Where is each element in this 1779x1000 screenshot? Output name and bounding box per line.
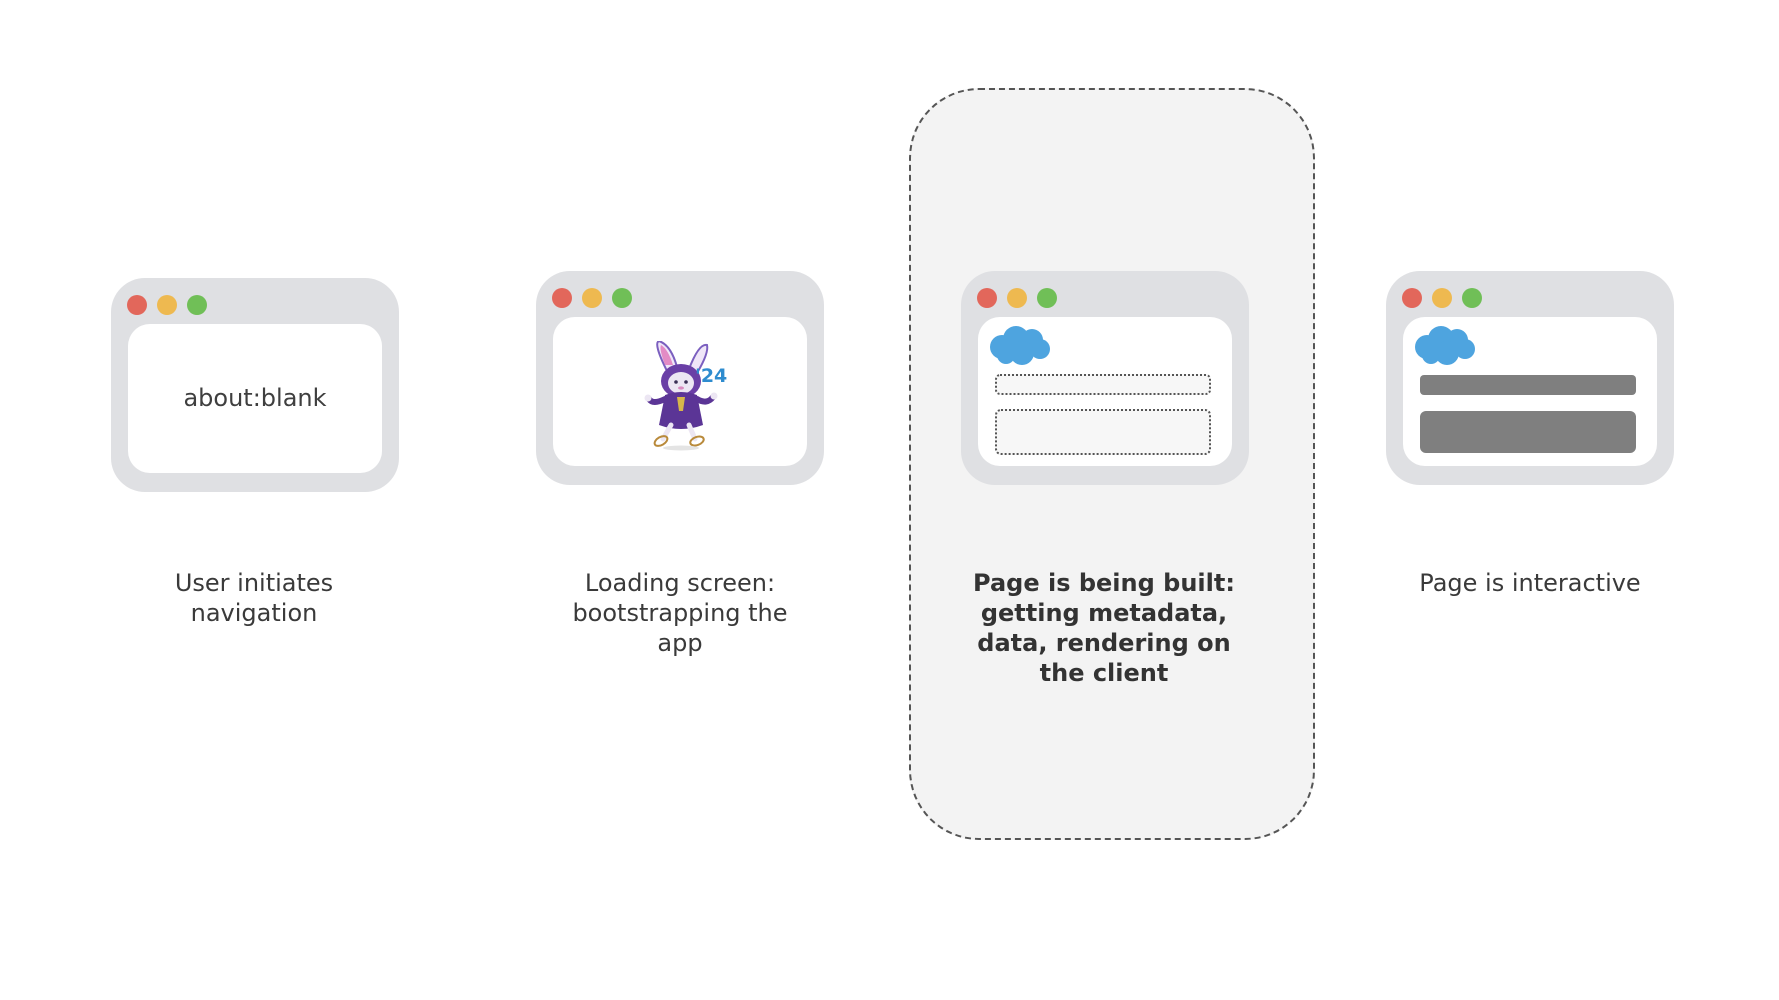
caption-page-interactive: Page is interactive: [1370, 568, 1690, 598]
caption-loading-screen: Loading screen: bootstrapping the app: [520, 568, 840, 658]
salesforce-cloud-icon: [990, 326, 1050, 365]
caption-line: the client: [1039, 659, 1169, 687]
browser-window-building: [961, 271, 1249, 485]
rendered-title-bar: [1420, 375, 1636, 395]
close-dot-icon: [127, 295, 147, 315]
maximize-dot-icon: [1462, 288, 1482, 308]
caption-line: bootstrapping the: [572, 599, 788, 627]
salesforce-cloud-icon: [1415, 326, 1475, 365]
caption-line: navigation: [190, 599, 318, 627]
skeleton-title-placeholder: [995, 374, 1211, 395]
browser-window-interactive: [1386, 271, 1674, 485]
minimize-dot-icon: [1432, 288, 1452, 308]
minimize-dot-icon: [582, 288, 602, 308]
caption-line: Page is interactive: [1419, 569, 1641, 597]
window-content: [978, 317, 1232, 466]
maximize-dot-icon: [187, 295, 207, 315]
window-content: about:blank: [128, 324, 382, 473]
caption-page-being-built: Page is being built: getting metadata, d…: [944, 568, 1264, 688]
minimize-dot-icon: [1007, 288, 1027, 308]
mascot-icon: [644, 341, 718, 451]
skeleton-content-placeholder: [995, 409, 1211, 455]
close-dot-icon: [552, 288, 572, 308]
rendered-content-block: [1420, 411, 1636, 453]
caption-line: data, rendering on: [977, 629, 1231, 657]
maximize-dot-icon: [1037, 288, 1057, 308]
caption-line: User initiates: [174, 569, 334, 597]
maximize-dot-icon: [612, 288, 632, 308]
release-badge: '24: [695, 365, 728, 387]
browser-window-blank: about:blank: [111, 278, 399, 492]
caption-user-initiates-navigation: User initiates navigation: [94, 568, 414, 628]
window-content: [1403, 317, 1657, 466]
minimize-dot-icon: [157, 295, 177, 315]
window-content: '24: [553, 317, 807, 466]
caption-line: getting metadata,: [980, 599, 1228, 627]
caption-line: app: [657, 629, 703, 657]
browser-window-loading: '24: [536, 271, 824, 485]
caption-line: Loading screen:: [584, 569, 776, 597]
about-blank-text: about:blank: [183, 384, 327, 412]
close-dot-icon: [977, 288, 997, 308]
caption-line: Page is being built:: [973, 569, 1235, 597]
close-dot-icon: [1402, 288, 1422, 308]
